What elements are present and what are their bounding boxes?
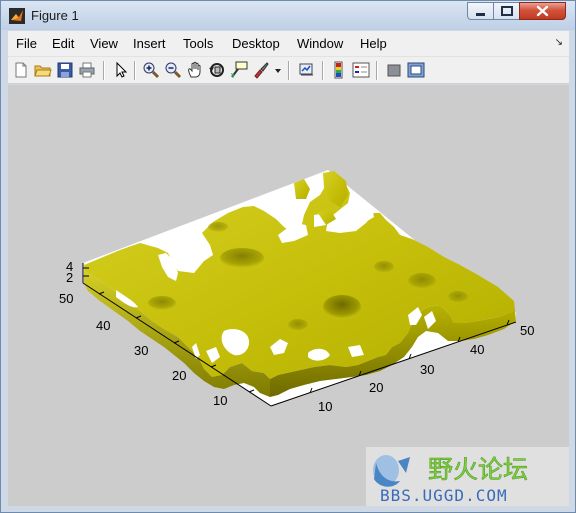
x-tick-label: 20 [369,380,383,395]
x-tick-label: 10 [318,399,332,414]
link-plot-icon[interactable] [298,61,316,79]
print-icon[interactable] [78,61,96,79]
toolbar-separator [322,61,324,80]
zoom-out-icon[interactable] [164,61,182,79]
minimize-button[interactable] [467,2,494,20]
maximize-icon [501,6,513,16]
x-tick-label: 30 [420,362,434,377]
menu-help[interactable]: Help [360,36,387,51]
y-tick-label: 50 [59,291,73,306]
menu-tools[interactable]: Tools [183,36,213,51]
edit-plot-arrow-icon[interactable] [112,61,130,79]
menu-insert[interactable]: Insert [133,36,166,51]
rotate-3d-icon[interactable] [208,61,226,79]
brush-icon[interactable] [252,61,270,79]
matlab-logo-icon [9,8,25,24]
hide-plot-tools-icon[interactable] [385,61,403,79]
x-tick-label: 40 [470,342,484,357]
colorbar-icon[interactable] [330,61,348,79]
menu-bar: File Edit View Insert Tools Desktop Wind… [8,31,569,56]
toolbar-separator [103,61,105,80]
menu-file[interactable]: File [16,36,37,51]
show-plot-tools-icon[interactable] [407,61,425,79]
axes-3d[interactable]: 4 2 50 40 30 20 10 10 20 30 40 50 野火论坛 B… [8,85,569,506]
dock-figure-icon[interactable]: ↘ [555,37,563,48]
figure-canvas[interactable]: 4 2 50 40 30 20 10 10 20 30 40 50 野火论坛 B… [8,85,569,506]
window-title: Figure 1 [31,8,79,23]
watermark: 野火论坛 BBS.UGGD.COM [366,447,569,506]
title-bar[interactable]: Figure 1 [1,1,575,30]
toolbar-separator [134,61,136,80]
maximize-button[interactable] [493,2,520,20]
zoom-in-icon[interactable] [142,61,160,79]
figure-toolbar [8,56,569,84]
toolbar-separator [288,61,290,80]
y-tick-label: 20 [172,368,186,383]
close-icon [536,5,549,17]
y-tick-label: 10 [213,393,227,408]
pan-hand-icon[interactable] [186,61,204,79]
figure-window: Figure 1 File Edit View Insert Tools Des… [0,0,576,513]
x-tick-label: 50 [520,323,534,338]
z-tick-label: 2 [66,270,73,285]
menu-window[interactable]: Window [297,36,343,51]
watermark-brand: 野火论坛 [428,455,528,484]
toolbar-separator [376,61,378,80]
open-file-icon[interactable] [34,61,52,79]
menu-desktop[interactable]: Desktop [232,36,280,51]
minimize-icon [476,13,485,16]
brush-dropdown-icon[interactable] [274,61,282,79]
menu-edit[interactable]: Edit [52,36,74,51]
y-tick-label: 40 [96,318,110,333]
data-cursor-icon[interactable] [230,61,248,79]
menu-view[interactable]: View [90,36,118,51]
new-figure-icon[interactable] [12,61,30,79]
legend-icon[interactable] [352,61,370,79]
y-tick-label: 30 [134,343,148,358]
save-icon[interactable] [56,61,74,79]
close-button[interactable] [519,2,566,20]
watermark-url: BBS.UGGD.COM [380,486,508,505]
